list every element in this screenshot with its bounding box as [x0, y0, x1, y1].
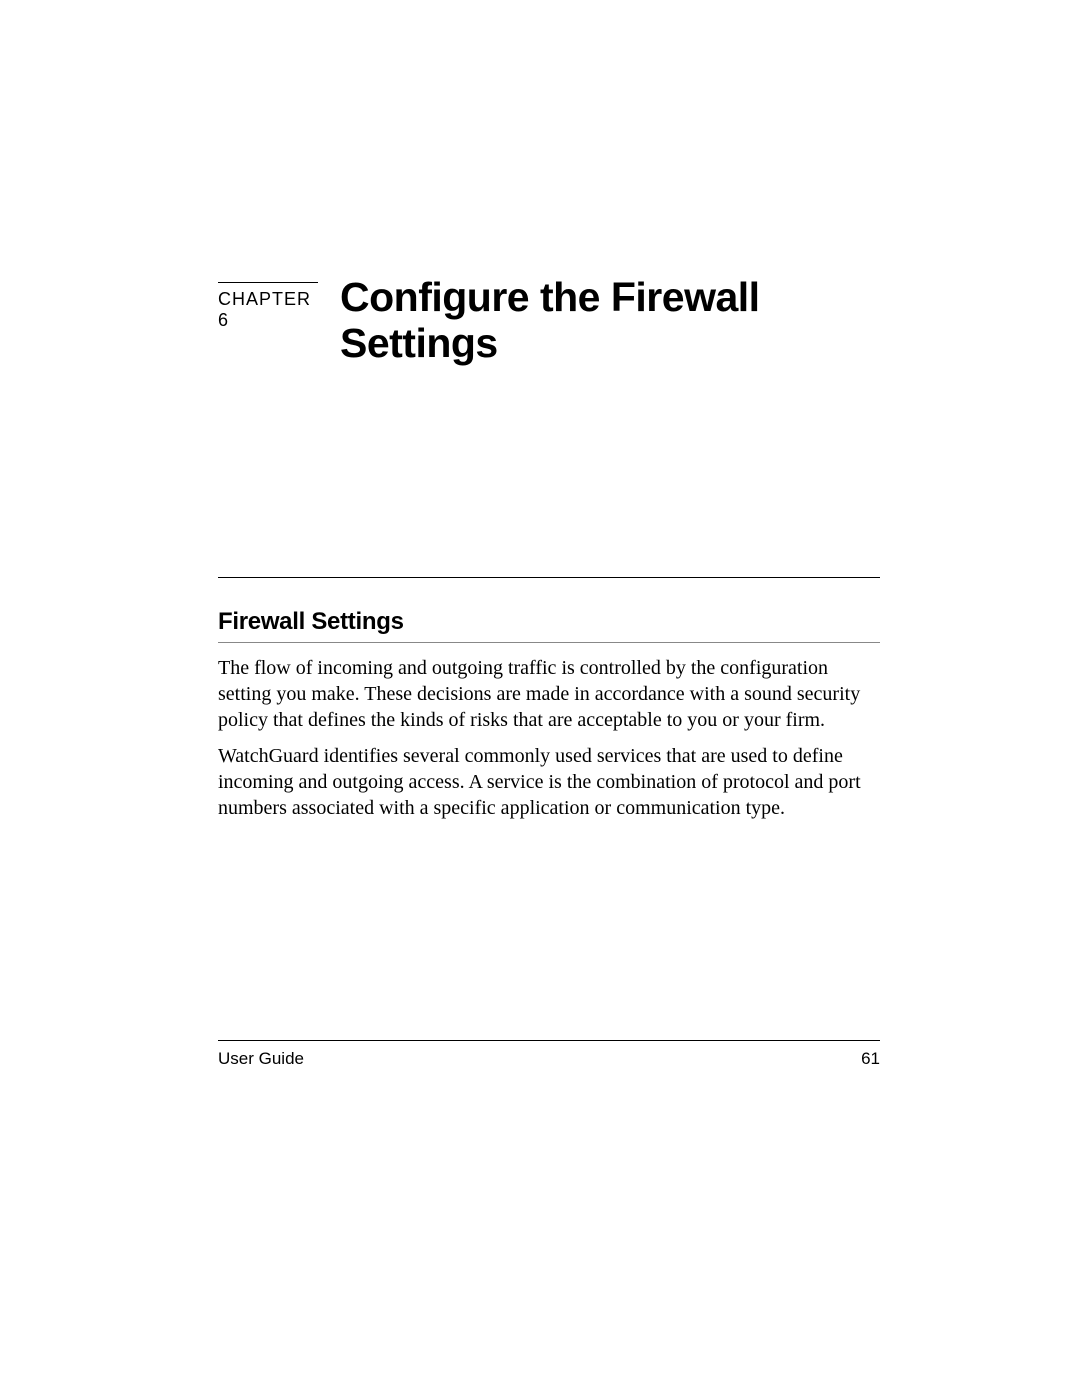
footer-left: User Guide — [218, 1049, 304, 1069]
body-paragraph: The flow of incoming and outgoing traffi… — [218, 655, 880, 733]
document-page: CHAPTER 6 Configure the Firewall Setting… — [0, 0, 1080, 1397]
chapter-header: CHAPTER 6 Configure the Firewall Setting… — [218, 275, 880, 367]
section-rule — [218, 577, 880, 578]
chapter-label: CHAPTER 6 — [218, 282, 318, 331]
footer-page-number: 61 — [861, 1049, 880, 1069]
chapter-label-wrap: CHAPTER 6 — [218, 275, 340, 331]
chapter-title: Configure the Firewall Settings — [340, 275, 880, 367]
body-paragraph: WatchGuard identifies several commonly u… — [218, 743, 880, 821]
section-heading: Firewall Settings — [218, 608, 880, 643]
page-footer: User Guide 61 — [218, 1040, 880, 1069]
section-block: Firewall Settings The flow of incoming a… — [218, 577, 880, 821]
